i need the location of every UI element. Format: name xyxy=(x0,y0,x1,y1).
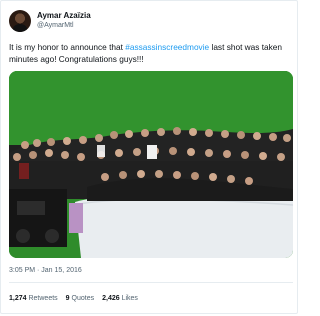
group-photo xyxy=(9,71,293,258)
quotes-label: Quotes xyxy=(71,295,95,302)
white-shirt xyxy=(97,145,105,157)
avatar[interactable] xyxy=(9,10,31,32)
crew-member-head xyxy=(33,139,41,147)
crew-member-head xyxy=(29,151,37,159)
crew-member-head xyxy=(283,134,291,142)
crew-member-head xyxy=(110,131,118,139)
crew-member-head xyxy=(227,175,235,183)
tweet-text-part-1: It is my honor to announce that xyxy=(9,42,126,52)
quotes-count: 9 xyxy=(65,295,70,302)
camera-rig-wheel xyxy=(16,229,30,243)
crew-member-head xyxy=(63,137,71,145)
crew-member-head xyxy=(205,129,213,137)
crew-member-head xyxy=(191,172,199,180)
crew-member-head xyxy=(95,134,103,142)
crew-member-head xyxy=(173,127,181,135)
tweet-card: Aymar Azaïzia @AymarMtl It is my honor t… xyxy=(0,0,298,314)
crew-member-head xyxy=(209,173,217,181)
crew-member-head xyxy=(47,138,55,146)
camera-cart-panel xyxy=(69,203,83,233)
crew-member-head xyxy=(189,128,197,136)
quotes-stat[interactable]: 9 Quotes xyxy=(66,295,94,302)
crew-member-head xyxy=(245,177,253,185)
crew-member-head xyxy=(115,149,123,157)
retweets-label: Retweets xyxy=(28,295,58,302)
camera-rig-box xyxy=(17,201,45,215)
crew-member-head xyxy=(155,170,163,178)
crew-member-head xyxy=(221,130,229,138)
display-name[interactable]: Aymar Azaïzia xyxy=(37,11,91,21)
retweets-stat[interactable]: 1,274 Retweets xyxy=(9,295,58,302)
crew-member-head xyxy=(141,129,149,137)
crew-member-head xyxy=(137,170,145,178)
stats-divider xyxy=(9,282,293,283)
crew-member-head xyxy=(277,153,285,161)
username[interactable]: @AymarMtl xyxy=(37,21,91,31)
crew-member-head xyxy=(61,151,69,159)
crew-member-head xyxy=(241,151,249,159)
crew-member-head xyxy=(205,149,213,157)
crew-member-head xyxy=(223,150,231,158)
likes-count: 2,426 xyxy=(102,295,120,302)
crew-member-head xyxy=(119,171,127,179)
crew-member-head xyxy=(13,153,21,161)
crew-member-head xyxy=(253,132,261,140)
crew-member-head xyxy=(169,147,177,155)
tweet-stats: 1,274 Retweets 9 Quotes 2,426 Likes xyxy=(9,295,146,302)
crew-member-head xyxy=(21,141,29,149)
crew-member-head xyxy=(187,148,195,156)
user-info: Aymar Azaïzia @AymarMtl xyxy=(37,11,91,31)
crew-member-head xyxy=(173,171,181,179)
retweets-count: 1,274 xyxy=(9,295,27,302)
crew-member-head xyxy=(77,153,85,161)
likes-label: Likes xyxy=(121,295,138,302)
crew-member-head xyxy=(125,130,133,138)
crew-member-head xyxy=(133,148,141,156)
crew-member-head xyxy=(237,131,245,139)
tweet-text: It is my honor to announce that #assassi… xyxy=(9,41,293,65)
likes-stat[interactable]: 2,426 Likes xyxy=(102,295,138,302)
tweet-photo[interactable] xyxy=(9,71,293,258)
crew-member-head xyxy=(45,149,53,157)
tweet-header: Aymar Azaïzia @AymarMtl xyxy=(9,9,91,33)
white-shirt xyxy=(147,145,157,159)
crew-member-head xyxy=(259,152,267,160)
hashtag-link[interactable]: #assassinscreedmovie xyxy=(125,42,209,52)
crew-member-head xyxy=(79,136,87,144)
crew-member-head xyxy=(157,128,165,136)
camera-rig-wheel xyxy=(45,229,59,243)
red-jacket xyxy=(19,163,29,179)
photo-floor xyxy=(75,194,293,258)
crew-member-head xyxy=(269,133,277,141)
crew-member-head xyxy=(101,173,109,181)
tweet-timestamp[interactable]: 3:05 PM · Jan 15, 2016 xyxy=(9,267,82,274)
